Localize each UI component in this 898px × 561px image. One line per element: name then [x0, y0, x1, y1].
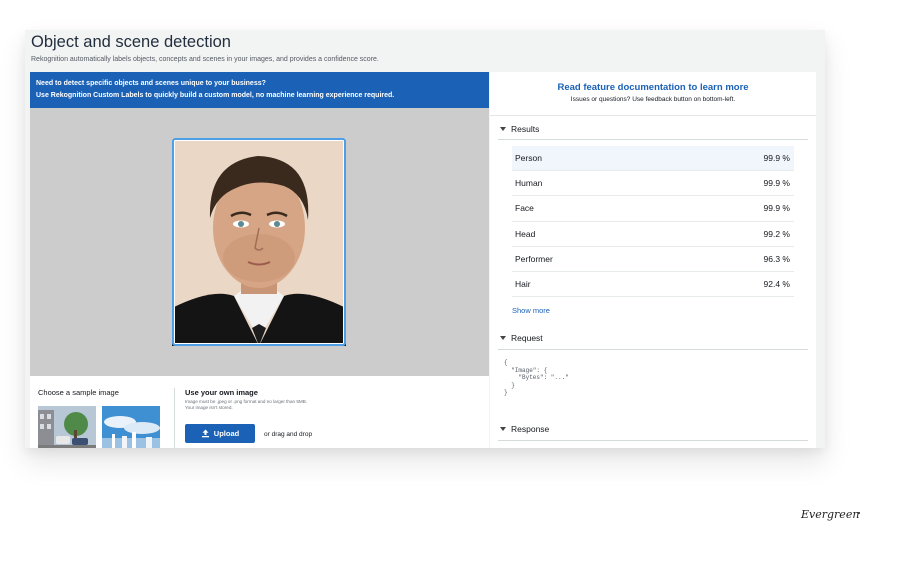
watermark-dot [858, 512, 860, 514]
result-label: Human [515, 178, 543, 189]
result-confidence: 99.9 % [763, 153, 790, 163]
results-section-title: Results [511, 124, 540, 134]
section-divider [498, 440, 808, 441]
result-row-head[interactable]: Head 99.2 % [512, 222, 794, 247]
result-row-performer[interactable]: Performer 96.3 % [512, 247, 794, 272]
sample-image-skyline[interactable] [102, 406, 160, 448]
result-confidence: 92.4 % [763, 278, 790, 289]
caret-down-icon [500, 127, 506, 131]
results-list: Person 99.9 % Human 99.9 % Face 99.9 % H… [512, 146, 794, 298]
documentation-link[interactable]: Read feature documentation to learn more [490, 82, 816, 93]
result-row-human[interactable]: Human 99.9 % [512, 171, 794, 197]
request-section-title: Request [511, 333, 543, 343]
upload-button[interactable]: Upload [185, 424, 255, 443]
result-label: Head [515, 228, 536, 239]
result-confidence: 99.9 % [763, 203, 790, 214]
result-label: Performer [515, 253, 553, 264]
caret-down-icon [500, 427, 506, 431]
evergreen-watermark: Evergreen [801, 508, 860, 521]
results-section-toggle[interactable]: Results [500, 124, 539, 134]
section-divider [498, 349, 808, 350]
request-json: { "Image": { "Bytes": "..." } } [504, 359, 569, 397]
custom-labels-banner[interactable]: Need to detect specific objects and scen… [30, 72, 489, 108]
result-label: Hair [515, 278, 531, 289]
drag-drop-hint: or drag and drop [264, 431, 313, 438]
own-image-title: Use your own image [185, 388, 258, 397]
result-confidence: 99.9 % [763, 178, 790, 189]
upload-button-label: Upload [213, 429, 240, 438]
panel-divider [174, 388, 175, 448]
result-row-face[interactable]: Face 99.9 % [512, 196, 794, 222]
response-section-toggle[interactable]: Response [500, 424, 549, 434]
result-confidence: 96.3 % [763, 253, 790, 264]
image-preview [30, 108, 489, 376]
own-image-hint: Image must be .jpeg or .png format and n… [185, 399, 308, 410]
result-confidence: 99.2 % [763, 228, 790, 239]
result-row-hair[interactable]: Hair 92.4 % [512, 272, 794, 298]
show-more-link[interactable]: Show more [512, 306, 550, 315]
page-subtitle: Rekognition automatically labels objects… [31, 56, 379, 63]
caret-down-icon [500, 336, 506, 340]
request-section-toggle[interactable]: Request [500, 333, 543, 343]
result-row-person[interactable]: Person 99.9 % [512, 146, 794, 172]
banner-line-1: Need to detect specific objects and scen… [36, 80, 266, 87]
banner-line-2: Use Rekognition Custom Labels to quickly… [36, 92, 395, 99]
sample-image-street[interactable] [38, 406, 96, 448]
demo-panel: Need to detect specific objects and scen… [30, 72, 489, 448]
image-source-panel: Choose a sample image Use your own image… [30, 376, 489, 448]
results-panel: Read feature documentation to learn more… [490, 72, 816, 448]
result-label: Person [515, 153, 542, 163]
page-title: Object and scene detection [31, 33, 231, 51]
upload-icon [201, 429, 209, 438]
result-label: Face [515, 203, 534, 214]
response-section-title: Response [511, 424, 550, 434]
rekognition-console-window: Object and scene detection Rekognition a… [25, 30, 825, 448]
feedback-note: Issues or questions? Use feedback button… [570, 96, 736, 103]
sample-images-title: Choose a sample image [38, 388, 119, 397]
section-divider [498, 139, 808, 140]
detection-bounding-box [172, 138, 346, 346]
header-divider [490, 115, 816, 116]
